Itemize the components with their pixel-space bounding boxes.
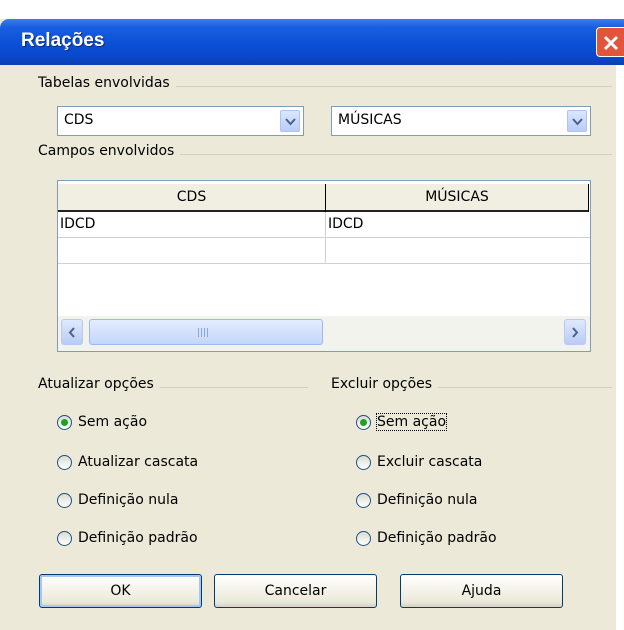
radio-button[interactable]	[356, 492, 371, 508]
scroll-left-button[interactable]	[61, 319, 83, 345]
fields-group-label: Campos envolvidos	[38, 143, 181, 159]
window-title: Relações	[21, 30, 105, 51]
left-table-value: CDS	[64, 112, 94, 128]
ok-button[interactable]: OK	[39, 574, 202, 608]
radio-button[interactable]	[356, 530, 371, 546]
scroll-right-button[interactable]	[564, 319, 586, 345]
arrow-left-icon	[68, 327, 75, 338]
title-bar: Relações	[0, 0, 624, 70]
delete-option-cascade[interactable]: Excluir cascata	[356, 450, 482, 474]
scrollbar-grip	[198, 328, 210, 337]
left-table-dropdown-button[interactable]	[280, 110, 300, 132]
horizontal-scrollbar[interactable]	[58, 316, 590, 351]
column-header-cds[interactable]: CDS	[58, 184, 325, 212]
close-button[interactable]	[596, 27, 624, 57]
radio-button[interactable]	[356, 454, 371, 470]
scrollbar-thumb[interactable]	[89, 319, 323, 345]
delete-option-no-action[interactable]: Sem ação	[356, 410, 448, 434]
radio-button[interactable]	[57, 530, 72, 546]
delete-option-set-default[interactable]: Definição padrão	[356, 526, 497, 550]
radio-button[interactable]	[57, 414, 72, 430]
radio-button[interactable]	[57, 454, 72, 470]
column-header-musicas[interactable]: MÚSICAS	[326, 184, 588, 212]
close-icon	[603, 35, 619, 51]
update-option-set-default[interactable]: Definição padrão	[57, 526, 198, 550]
delete-options-label: Excluir opções	[331, 376, 439, 392]
left-table-select[interactable]: CDS	[57, 106, 304, 136]
update-option-no-action[interactable]: Sem ação	[57, 410, 147, 434]
tables-group-label: Tabelas envolvidas	[38, 75, 176, 91]
update-options-label: Atualizar opções	[38, 376, 160, 392]
fields-grid[interactable]: CDS MÚSICAS IDCD IDCD	[57, 180, 591, 352]
radio-button[interactable]	[356, 414, 371, 430]
relations-dialog: Relações Tabelas envolvidas CDS MÚSICAS …	[0, 0, 624, 630]
right-table-value: MÚSICAS	[338, 112, 402, 128]
chevron-down-icon	[285, 118, 296, 126]
right-table-dropdown-button[interactable]	[567, 110, 587, 132]
grid-cell-row1-cds[interactable]: IDCD	[58, 212, 325, 238]
grid-cell-row2-musicas[interactable]	[326, 238, 590, 264]
cancel-button[interactable]: Cancelar	[214, 574, 377, 608]
delete-option-set-null[interactable]: Definição nula	[356, 488, 477, 512]
grid-cell-row2-cds[interactable]	[58, 238, 325, 264]
arrow-right-icon	[572, 327, 579, 338]
update-option-set-null[interactable]: Definição nula	[57, 488, 178, 512]
radio-button[interactable]	[57, 492, 72, 508]
update-option-cascade[interactable]: Atualizar cascata	[57, 450, 198, 474]
chevron-down-icon	[572, 118, 583, 126]
help-button[interactable]: Ajuda	[400, 574, 563, 608]
grid-cell-row1-musicas[interactable]: IDCD	[326, 212, 590, 238]
right-table-select[interactable]: MÚSICAS	[331, 106, 591, 136]
